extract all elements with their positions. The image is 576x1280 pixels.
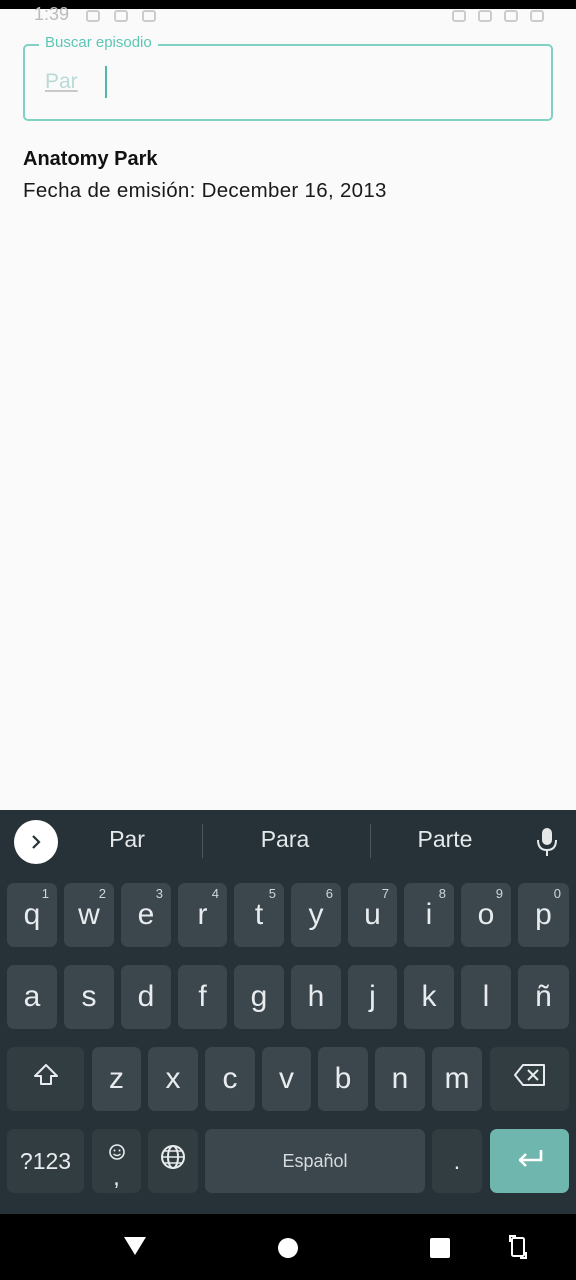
episode-title: Anatomy Park bbox=[23, 148, 158, 170]
notification-icon bbox=[114, 10, 128, 22]
suggestion-strip: Par Para Parte bbox=[0, 810, 576, 874]
notification-icon bbox=[86, 10, 100, 22]
key-p[interactable]: 0p bbox=[518, 883, 569, 947]
suggestion-1[interactable]: Par bbox=[57, 826, 197, 858]
key-u[interactable]: 7u bbox=[348, 883, 397, 947]
home-circle-icon[interactable] bbox=[274, 1234, 302, 1262]
shift-icon bbox=[32, 1061, 60, 1097]
key-c[interactable]: c bbox=[205, 1047, 255, 1111]
suggestion-2[interactable]: Para bbox=[215, 826, 355, 858]
key-i[interactable]: 8i bbox=[404, 883, 454, 947]
period-key[interactable]: . bbox=[432, 1129, 482, 1193]
key-d[interactable]: d bbox=[121, 965, 171, 1029]
key-b[interactable]: b bbox=[318, 1047, 368, 1111]
search-input[interactable]: Buscar episodio Par bbox=[23, 34, 553, 121]
key-v[interactable]: v bbox=[262, 1047, 311, 1111]
key-l[interactable]: l bbox=[461, 965, 511, 1029]
search-input-label: Buscar episodio bbox=[39, 34, 158, 51]
key-z[interactable]: z bbox=[92, 1047, 141, 1111]
backspace-icon bbox=[513, 1062, 547, 1096]
mic-icon[interactable] bbox=[535, 824, 559, 858]
key-f[interactable]: f bbox=[178, 965, 227, 1029]
shift-key[interactable] bbox=[7, 1047, 84, 1111]
recents-square-icon[interactable] bbox=[426, 1234, 454, 1262]
soft-keyboard: Par Para Parte 1q 2w 3e 4r 5t 6y 7u 8i 9… bbox=[0, 810, 576, 1214]
text-cursor bbox=[105, 66, 107, 98]
status-time: 1:39 bbox=[34, 4, 70, 24]
back-triangle-icon[interactable] bbox=[118, 1232, 152, 1260]
key-e[interactable]: 3e bbox=[121, 883, 171, 947]
language-key[interactable] bbox=[148, 1129, 198, 1193]
chevron-right-icon[interactable] bbox=[14, 820, 58, 864]
key-n[interactable]: n bbox=[375, 1047, 425, 1111]
key-g[interactable]: g bbox=[234, 965, 284, 1029]
emoji-comma-key[interactable]: , bbox=[92, 1129, 141, 1193]
episode-air-date: Fecha de emisión: December 16, 2013 bbox=[23, 179, 387, 202]
enter-icon bbox=[515, 1144, 545, 1178]
symbols-key[interactable]: ?123 bbox=[7, 1129, 84, 1193]
status-bar-edge bbox=[0, 0, 576, 9]
key-o[interactable]: 9o bbox=[461, 883, 511, 947]
key-q[interactable]: 1q bbox=[7, 883, 57, 947]
status-bar: 1:39 bbox=[0, 0, 576, 30]
rotate-icon[interactable] bbox=[504, 1232, 532, 1262]
search-input-value[interactable]: Par bbox=[45, 70, 78, 94]
key-a[interactable]: a bbox=[7, 965, 57, 1029]
mute-icon bbox=[452, 10, 466, 22]
key-t[interactable]: 5t bbox=[234, 883, 284, 947]
battery-saver-icon bbox=[478, 10, 492, 22]
key-j[interactable]: j bbox=[348, 965, 397, 1029]
enter-key[interactable] bbox=[490, 1129, 569, 1193]
system-navigation-bar bbox=[0, 1214, 576, 1280]
suggestion-3[interactable]: Parte bbox=[375, 826, 515, 858]
episode-list-item[interactable]: Anatomy Park Fecha de emisión: December … bbox=[23, 148, 387, 203]
key-r[interactable]: 4r bbox=[178, 883, 227, 947]
key-h[interactable]: h bbox=[291, 965, 341, 1029]
key-n-tilde[interactable]: ñ bbox=[518, 965, 569, 1029]
globe-icon bbox=[159, 1143, 187, 1179]
notification-icons bbox=[86, 10, 156, 22]
key-x[interactable]: x bbox=[148, 1047, 198, 1111]
key-m[interactable]: m bbox=[432, 1047, 482, 1111]
battery-icon bbox=[530, 10, 544, 22]
key-y[interactable]: 6y bbox=[291, 883, 341, 947]
suggestion-divider bbox=[202, 824, 203, 858]
suggestion-divider bbox=[370, 824, 371, 858]
space-key[interactable]: Español bbox=[205, 1129, 425, 1193]
key-w[interactable]: 2w bbox=[64, 883, 114, 947]
wifi-icon bbox=[504, 10, 518, 22]
backspace-key[interactable] bbox=[490, 1047, 569, 1111]
key-k[interactable]: k bbox=[404, 965, 454, 1029]
system-icons bbox=[452, 10, 544, 22]
notification-icon bbox=[142, 10, 156, 22]
key-s[interactable]: s bbox=[64, 965, 114, 1029]
